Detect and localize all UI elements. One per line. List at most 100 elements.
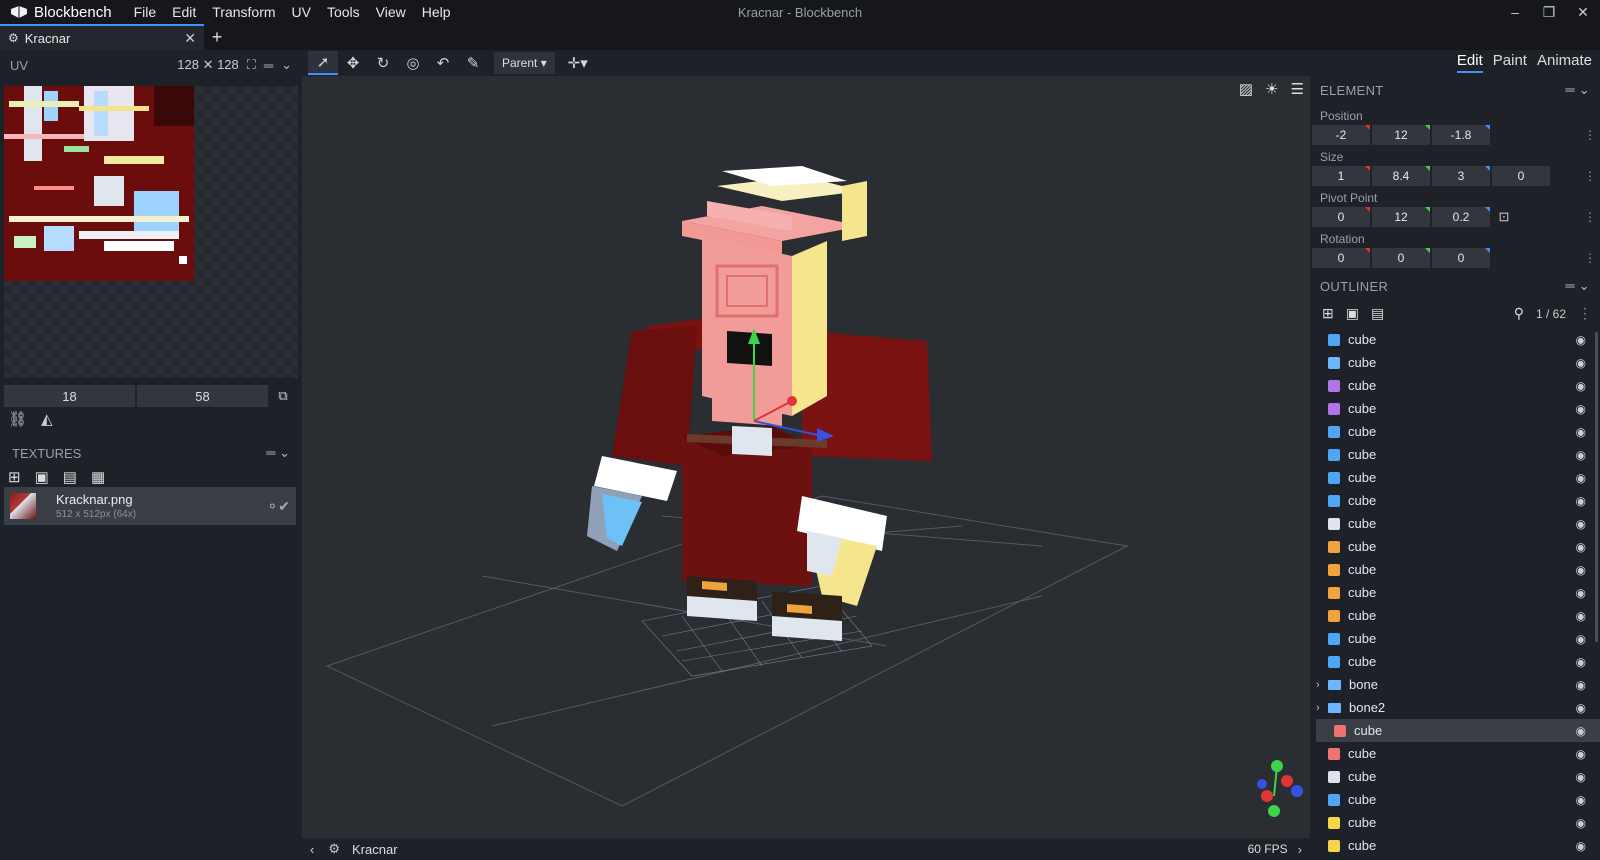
outliner-item[interactable]: cube ◉ [1310, 811, 1600, 834]
visibility-eye-icon[interactable]: ◉ [1576, 471, 1586, 485]
panel-menu-icon[interactable]: ═ ⌄ [1565, 82, 1590, 98]
outliner-item[interactable]: cube ◉ [1310, 650, 1600, 673]
more-icon[interactable]: ⋮ [1584, 128, 1596, 142]
outliner-item[interactable]: cube ◉ [1310, 627, 1600, 650]
outliner-item[interactable]: cube ◉ [1310, 374, 1600, 397]
outliner-item[interactable]: cube ◉ [1310, 581, 1600, 604]
outliner-item[interactable]: cube ◉ [1310, 397, 1600, 420]
panel-menu-icon[interactable]: ═ ⌄ [1565, 278, 1590, 294]
more-icon[interactable]: ⋮ [1578, 305, 1592, 322]
visibility-eye-icon[interactable]: ◉ [1576, 563, 1586, 577]
tab-close-icon[interactable]: ✕ [184, 30, 196, 47]
panel-menu-icon[interactable]: ═ ⌄ [266, 445, 290, 461]
visibility-eye-icon[interactable]: ◉ [1576, 655, 1586, 669]
pivot-x-input[interactable]: 0 [1312, 207, 1370, 227]
position-z-input[interactable]: -1.8 [1432, 125, 1490, 145]
transform-space-icon[interactable]: ✛▾ [563, 51, 593, 75]
folder-icon[interactable]: ▤ [63, 468, 77, 486]
more-icon[interactable]: ⋮ [1584, 169, 1596, 183]
pivot-z-input[interactable]: 0.2 [1432, 207, 1490, 227]
more-icon[interactable]: ⋮ [1584, 210, 1596, 224]
visibility-eye-icon[interactable]: ◉ [1576, 678, 1586, 692]
menu-uv[interactable]: UV [284, 4, 319, 20]
menu-view[interactable]: View [368, 4, 414, 20]
menu-file[interactable]: File [126, 4, 165, 20]
outliner-group[interactable]: › bone ◉ [1310, 673, 1600, 696]
expand-chevron-icon[interactable]: › [1316, 679, 1320, 691]
new-tab-icon[interactable]: + [204, 24, 230, 50]
outliner-scrollbar[interactable] [1595, 332, 1598, 642]
visibility-eye-icon[interactable]: ◉ [1576, 632, 1586, 646]
visibility-eye-icon[interactable]: ◉ [1576, 448, 1586, 462]
close-icon[interactable]: ✕ [1566, 0, 1600, 24]
size-z-input[interactable]: 3 [1432, 166, 1490, 186]
menu-tools[interactable]: Tools [319, 4, 368, 20]
more-icon[interactable]: ⋮ [1584, 251, 1596, 265]
outliner-group[interactable]: › bone2 ◉ [1310, 696, 1600, 719]
inflate-input[interactable]: 0 [1492, 166, 1550, 186]
panel-menu-icon[interactable]: ═ [264, 58, 273, 73]
rotation-z-input[interactable]: 0 [1432, 248, 1490, 268]
mode-paint[interactable]: Paint [1493, 52, 1527, 73]
move-tool-icon[interactable]: ➚ [308, 51, 338, 75]
screenshot-icon[interactable]: ▨ [1239, 80, 1253, 98]
mode-edit[interactable]: Edit [1456, 52, 1483, 73]
uv-editor-canvas[interactable] [4, 86, 298, 378]
visibility-eye-icon[interactable]: ◉ [1576, 609, 1586, 623]
visibility-eye-icon[interactable]: ◉ [1576, 379, 1586, 393]
size-y-input[interactable]: 8.4 [1372, 166, 1430, 186]
outliner-item[interactable]: cube ◉ [1310, 328, 1600, 351]
vertex-snap-icon[interactable]: ↶ [428, 51, 458, 75]
outliner-item[interactable]: cube ◉ [1310, 351, 1600, 374]
outliner-item[interactable]: cube ◉ [1310, 512, 1600, 535]
add-texture-icon[interactable]: ⊞ [8, 468, 21, 486]
rotate-icon[interactable]: ↻ [368, 51, 398, 75]
outliner-item[interactable]: cube ◉ [1310, 765, 1600, 788]
visibility-eye-icon[interactable]: ◉ [1576, 770, 1586, 784]
tab-kracnar[interactable]: ⚙ Kracnar ✕ [0, 24, 204, 50]
sort-icon[interactable]: ▤ [1371, 305, 1384, 322]
menu-transform[interactable]: Transform [204, 4, 283, 20]
visibility-eye-icon[interactable]: ◉ [1576, 425, 1586, 439]
mirror-icon[interactable]: ◭ [41, 410, 53, 428]
lighting-icon[interactable]: ☀ [1265, 80, 1278, 98]
visibility-eye-icon[interactable]: ◉ [1576, 793, 1586, 807]
maximize-icon[interactable]: ❐ [1532, 0, 1566, 24]
chevron-down-icon[interactable]: ⌄ [281, 57, 292, 73]
minimize-icon[interactable]: – [1498, 0, 1532, 24]
visibility-eye-icon[interactable]: ◉ [1576, 333, 1586, 347]
visibility-eye-icon[interactable]: ◉ [1576, 724, 1586, 738]
mode-animate[interactable]: Animate [1537, 52, 1592, 73]
translate-icon[interactable]: ✥ [338, 51, 368, 75]
chevron-right-icon[interactable]: › [1298, 842, 1302, 857]
visibility-eye-icon[interactable]: ◉ [1576, 701, 1586, 715]
visibility-eye-icon[interactable]: ◉ [1576, 586, 1586, 600]
brush-icon[interactable]: ✎ [458, 51, 488, 75]
visibility-eye-icon[interactable]: ◉ [1576, 540, 1586, 554]
rotation-y-input[interactable]: 0 [1372, 248, 1430, 268]
visibility-eye-icon[interactable]: ◉ [1576, 517, 1586, 531]
visibility-eye-icon[interactable]: ◉ [1576, 402, 1586, 416]
position-y-input[interactable]: 12 [1372, 125, 1430, 145]
3d-viewport[interactable]: ▨ ☀ ☰ [302, 76, 1310, 838]
fullscreen-icon[interactable]: ⛶ [247, 57, 256, 73]
center-pivot-icon[interactable]: ⊡ [1492, 207, 1516, 227]
outliner-item[interactable]: cube ◉ [1310, 420, 1600, 443]
link-icon[interactable]: ⛓ [8, 410, 27, 428]
outliner-item[interactable]: cube ◉ [1310, 466, 1600, 489]
size-x-input[interactable]: 1 [1312, 166, 1370, 186]
rotation-x-input[interactable]: 0 [1312, 248, 1370, 268]
expand-chevron-icon[interactable]: › [1316, 702, 1320, 714]
pivot-y-input[interactable]: 12 [1372, 207, 1430, 227]
visibility-eye-icon[interactable]: ◉ [1576, 356, 1586, 370]
pivot-mode-select[interactable]: Parent ▾ [494, 52, 555, 74]
viewport-menu-icon[interactable]: ☰ [1291, 80, 1304, 98]
uv-y-field[interactable]: 58 [137, 385, 268, 407]
texture-atlas-icon[interactable]: ▦ [91, 468, 105, 486]
visibility-eye-icon[interactable]: ◉ [1576, 816, 1586, 830]
visibility-eye-icon[interactable]: ◉ [1576, 747, 1586, 761]
outliner-item[interactable]: cube ◉ [1310, 788, 1600, 811]
outliner-item[interactable]: cube ◉ [1310, 604, 1600, 627]
outliner-item[interactable]: cube ◉ [1316, 719, 1600, 742]
chevron-left-icon[interactable]: ‹ [310, 842, 314, 857]
